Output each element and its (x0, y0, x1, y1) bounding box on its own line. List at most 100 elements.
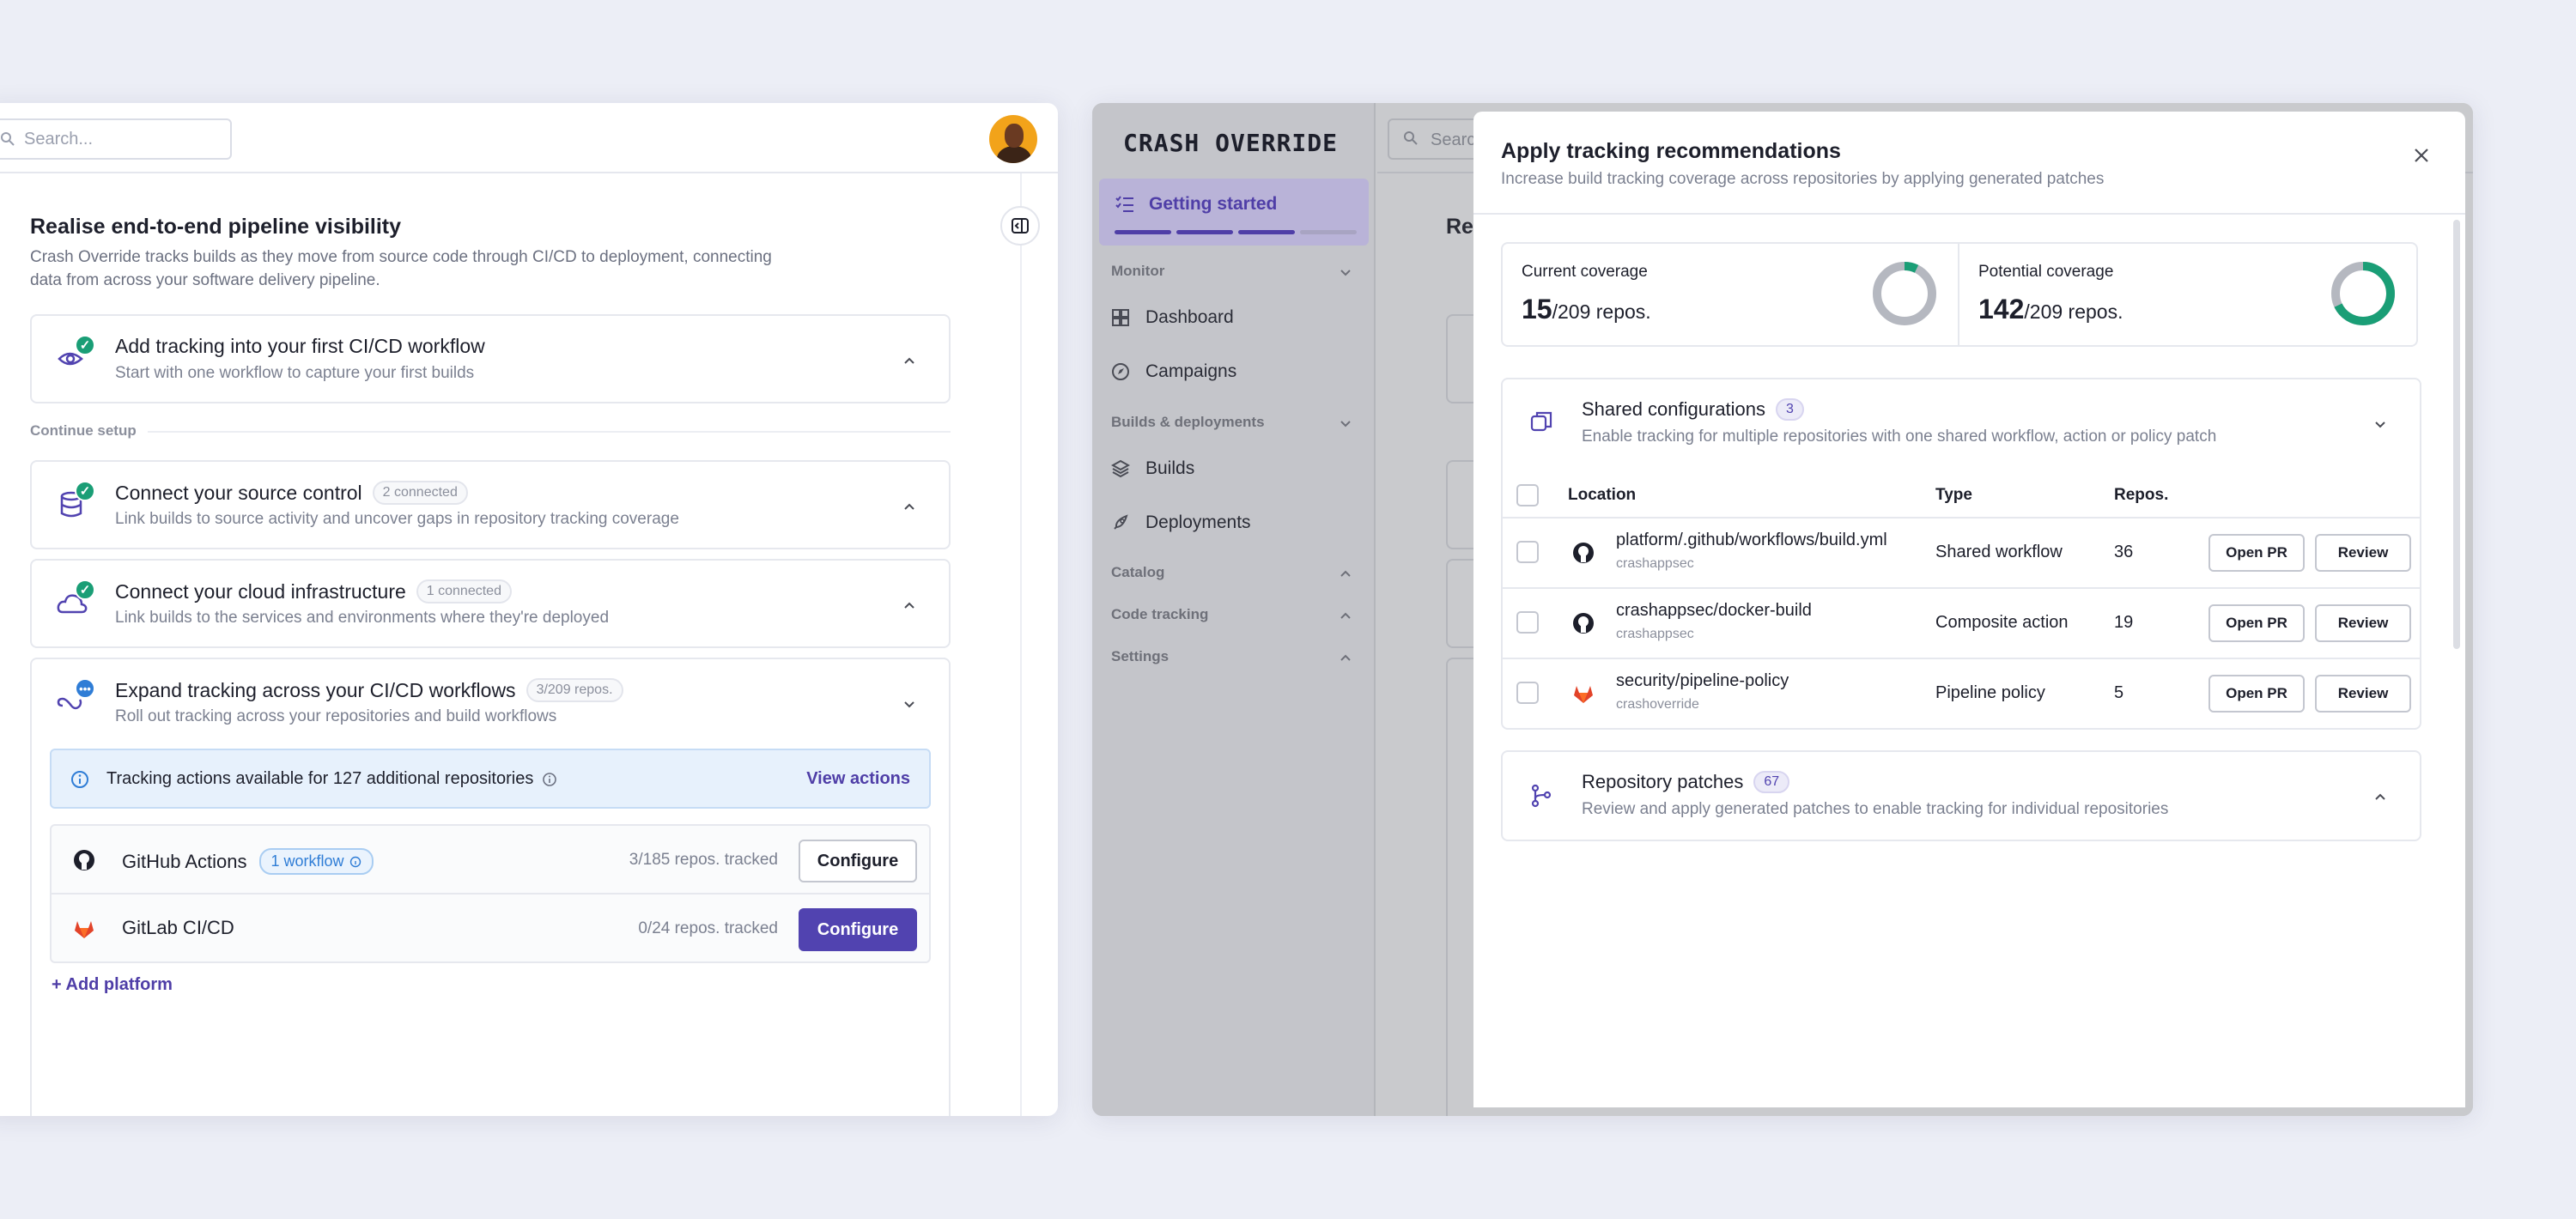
card-title: Expand tracking across your CI/CD workfl… (115, 678, 516, 701)
chevron-down-icon[interactable] (1340, 266, 1352, 278)
cloud-infra-card[interactable]: ✓ Connect your cloud infrastructure 1 con… (30, 559, 951, 648)
chevron-up-icon[interactable] (902, 598, 916, 612)
chevron-up-icon[interactable] (902, 354, 916, 367)
scrollbar[interactable] (2453, 220, 2460, 649)
progress-segment (1300, 230, 1357, 234)
info-circle-icon[interactable] (542, 772, 557, 787)
count-badge: 3 (1776, 398, 1804, 421)
row-type: Shared workflow (1935, 543, 2063, 561)
workflow-badge[interactable]: 1 workflow (258, 848, 374, 875)
sidebar-toggle-icon (1012, 218, 1029, 233)
open-pr-button[interactable]: Open PR (2208, 534, 2305, 572)
coverage-label: Potential coverage (1978, 263, 2114, 281)
close-icon[interactable] (2409, 143, 2434, 168)
chevron-down-icon[interactable] (902, 697, 916, 711)
chevron-up-icon[interactable] (1340, 567, 1352, 579)
search-input[interactable]: Search... (0, 118, 232, 160)
github-icon (1573, 613, 1594, 634)
source-control-card[interactable]: ✓ Connect your source control 2 connected… (30, 460, 951, 549)
check-icon: ✓ (75, 335, 95, 355)
gitlab-icon (75, 921, 94, 938)
getting-started-window: Search... Realise end-to-end pipeline vi… (0, 103, 1058, 1116)
sidebar-item-campaigns[interactable]: Campaigns (1111, 361, 1236, 382)
count-badge: 67 (1753, 771, 1790, 793)
status-badge: 2 connected (372, 481, 468, 505)
info-circle-icon (349, 856, 361, 867)
sidebar-item-label: Campaigns (1145, 361, 1237, 381)
chevron-up-icon[interactable] (902, 500, 916, 513)
first-workflow-card[interactable]: ✓ Add tracking into your first CI/CD wor… (30, 314, 951, 403)
configure-github-button[interactable]: Configure (799, 840, 917, 882)
git-branch-icon (1531, 784, 1552, 808)
view-actions-link[interactable]: View actions (806, 769, 910, 789)
row-checkbox[interactable] (1516, 682, 1539, 704)
current-coverage-donut (1873, 262, 1936, 325)
workflow-badge-label: 1 workflow (270, 852, 344, 870)
search-placeholder: Search... (24, 129, 94, 149)
sidebar-item-getting-started[interactable]: Getting started (1099, 179, 1369, 246)
row-checkbox[interactable] (1516, 541, 1539, 563)
column-type: Type (1935, 486, 1972, 504)
row-repos: 5 (2114, 683, 2124, 702)
review-button[interactable]: Review (2315, 675, 2411, 713)
add-platform-button[interactable]: + Add platform (52, 975, 173, 995)
open-pr-button[interactable]: Open PR (2208, 675, 2305, 713)
configure-gitlab-button[interactable]: Configure (799, 908, 917, 951)
chevron-down-icon[interactable] (1340, 417, 1352, 429)
divider (1020, 173, 1022, 1116)
github-icon (74, 850, 94, 870)
chevron-up-icon[interactable] (2373, 790, 2387, 804)
sidebar-section-settings[interactable]: Settings (1111, 648, 1169, 665)
sidebar-item-label: Dashboard (1145, 307, 1234, 327)
avatar[interactable] (989, 115, 1037, 163)
review-button[interactable]: Review (2315, 604, 2411, 642)
card-subtitle: Start with one workflow to capture your … (115, 364, 475, 382)
collapse-panel-button[interactable] (1000, 206, 1040, 246)
card-subtitle: Link builds to the services and environm… (115, 609, 610, 627)
page-title: Realise end-to-end pipeline visibility (30, 215, 402, 239)
page-description: Crash Override tracks builds as they mov… (30, 248, 772, 289)
sidebar-section-builds[interactable]: Builds & deployments (1111, 414, 1265, 431)
sidebar-section-catalog[interactable]: Catalog (1111, 564, 1164, 581)
row-repos: 36 (2114, 543, 2134, 561)
chevron-down-icon[interactable] (2373, 417, 2387, 431)
platform-row-github: GitHub Actions 1 workflow 3/185 repos. t… (50, 824, 931, 895)
sidebar-item-builds[interactable]: Builds (1111, 458, 1194, 479)
card-subtitle: Link builds to source activity and uncov… (115, 510, 679, 528)
sidebar-section-code-tracking[interactable]: Code tracking (1111, 606, 1208, 623)
row-owner: crashappsec (1616, 627, 1694, 641)
repository-patches-section[interactable]: Repository patches 67 Review and apply ge… (1501, 750, 2421, 841)
row-location: platform/.github/workflows/build.yml (1616, 531, 1887, 549)
current-coverage-card: Current coverage 15/209 repos. (1501, 242, 1959, 347)
github-icon (1573, 543, 1594, 563)
section-subtitle: Enable tracking for multiple repositorie… (1582, 428, 2217, 446)
logo: CRASH OVERRIDE (1123, 129, 1339, 157)
coverage-label: Current coverage (1522, 263, 1648, 281)
sidebar-item-deployments[interactable]: Deployments (1111, 512, 1251, 533)
divider (1473, 213, 2465, 215)
in-progress-icon: ••• (75, 678, 95, 699)
review-button[interactable]: Review (2315, 534, 2411, 572)
row-checkbox[interactable] (1516, 611, 1539, 634)
select-all-checkbox[interactable] (1516, 484, 1539, 506)
sidebar-item-dashboard[interactable]: Dashboard (1111, 307, 1234, 328)
check-icon: ✓ (75, 579, 95, 600)
status-badge: 1 connected (416, 579, 512, 603)
chevron-up-icon[interactable] (1340, 610, 1352, 622)
table-row: crashappsec/docker-build crashappsec Com… (1503, 587, 2420, 658)
chevron-up-icon[interactable] (1340, 652, 1352, 664)
add-platform-label: Add platform (65, 975, 173, 994)
sidebar-section-monitor[interactable]: Monitor (1111, 263, 1164, 280)
row-repos: 19 (2114, 613, 2134, 632)
row-location: security/pipeline-policy (1616, 671, 1789, 690)
checklist-icon (1115, 196, 1133, 212)
coverage-value: 15 (1522, 294, 1552, 324)
open-pr-button[interactable]: Open PR (2208, 604, 2305, 642)
modal-title: Apply tracking recommendations (1501, 139, 1841, 163)
search-icon (1, 132, 15, 146)
card-title: Add tracking into your first CI/CD workf… (115, 335, 485, 357)
row-owner: crashoverride (1616, 697, 1699, 712)
progress-segment (1115, 230, 1171, 234)
compass-icon (1112, 363, 1129, 380)
potential-coverage-card: Potential coverage 142/209 repos. (1959, 242, 2418, 347)
